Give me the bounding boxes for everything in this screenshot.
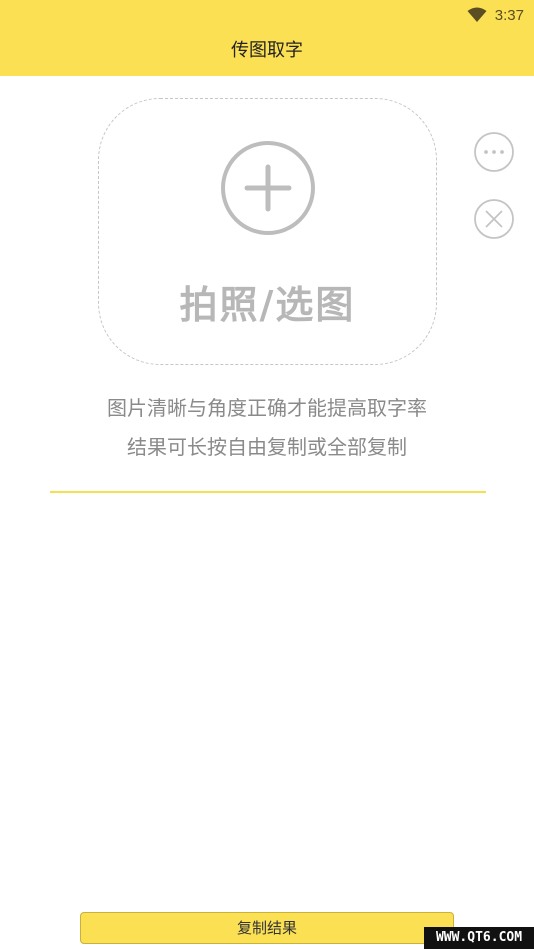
upload-label: 拍照/选图 <box>179 283 356 327</box>
page-title: 传图取字 <box>231 40 303 61</box>
plus-circle-icon <box>219 139 317 237</box>
tip-line-1: 图片清晰与角度正确才能提高取字率 <box>107 396 427 420</box>
status-time: 3:37 <box>494 6 524 24</box>
more-button[interactable] <box>474 132 514 172</box>
result-text-area[interactable] <box>50 500 490 904</box>
more-horizontal-icon <box>474 132 514 172</box>
clear-button[interactable] <box>474 199 514 239</box>
status-bar: 3:37 <box>467 4 524 26</box>
close-circle-icon <box>474 199 514 239</box>
copy-result-button[interactable]: 复制结果 <box>80 912 454 944</box>
photo-upload-button[interactable]: 拍照/选图 <box>98 98 437 365</box>
site-watermark: WWW.QT6.COM <box>424 927 534 949</box>
app-header: 3:37 传图取字 <box>0 0 534 76</box>
tip-line-2: 结果可长按自由复制或全部复制 <box>127 435 407 459</box>
result-divider <box>50 491 486 493</box>
wifi-icon <box>467 7 487 23</box>
